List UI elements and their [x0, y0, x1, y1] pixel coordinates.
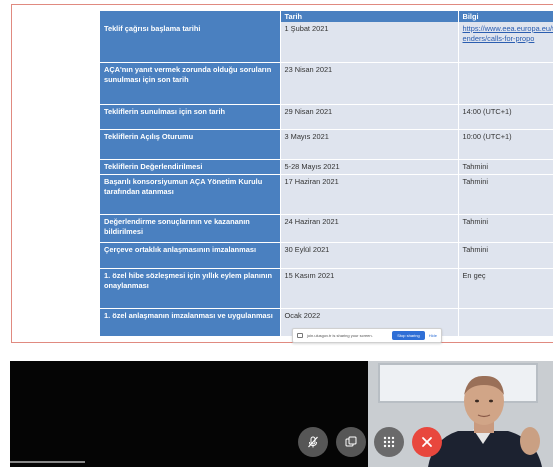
date-cell: 29 Nisan 2021	[280, 104, 459, 130]
date-cell: 15 Kasım 2021	[280, 268, 459, 309]
table-row: Çerçeve ortaklık anlaşmasının imzalanmas…	[100, 242, 553, 269]
table-header-row: Tarih Bilgi	[100, 11, 553, 22]
info-cell	[458, 308, 553, 337]
info-cell: Tahmini	[458, 159, 553, 175]
mute-button[interactable]	[298, 427, 328, 457]
tender-link[interactable]: https://www.eea.europa.eu/tenders/calls-…	[463, 24, 553, 43]
event-cell: 1. özel hibe sözleşmesi için yıllık eyle…	[100, 268, 281, 309]
table-row: Tekliflerin Açılış Oturumu 3 Mayıs 2021 …	[100, 129, 553, 160]
grid-dots-icon	[383, 436, 395, 448]
table-row: Başarılı konsorsiyumun AÇA Yönetim Kurul…	[100, 174, 553, 215]
date-cell: 30 Eylül 2021	[280, 242, 459, 269]
info-cell: Tahmini	[458, 174, 553, 215]
table-row: Teklif çağrısı başlama tarihi 1 Şubat 20…	[100, 22, 553, 63]
info-cell: Tahmini	[458, 242, 553, 269]
call-controls	[298, 427, 442, 459]
date-cell: 1 Şubat 2021	[280, 22, 459, 63]
event-cell: Tekliflerin sunulması için son tarih	[100, 104, 281, 130]
date-cell: 23 Nisan 2021	[280, 62, 459, 105]
video-strip	[0, 361, 553, 467]
table-row: Tekliflerin sunulması için son tarih 29 …	[100, 104, 553, 130]
header-info: Bilgi	[458, 11, 553, 22]
mic-off-icon	[308, 436, 318, 448]
header-date: Tarih	[280, 11, 459, 22]
hide-banner-button[interactable]: Hide	[429, 333, 437, 338]
event-cell: Değerlendirme sonuçlarının ve kazananın …	[100, 214, 281, 243]
date-cell: 24 Haziran 2021	[280, 214, 459, 243]
table-row: AÇA'nın yanıt vermek zorunda olduğu soru…	[100, 62, 553, 105]
event-cell: Tekliflerin Açılış Oturumu	[100, 129, 281, 160]
stop-sharing-button[interactable]: Stop sharing	[392, 331, 425, 340]
event-cell: Başarılı konsorsiyumun AÇA Yönetim Kurul…	[100, 174, 281, 215]
tile-indicator	[10, 461, 85, 463]
info-cell: https://www.eea.europa.eu/tenders/calls-…	[458, 22, 553, 63]
table-row: Tekliflerin Değerlendirilmesi 5-28 Mayıs…	[100, 159, 553, 175]
hangup-icon	[422, 437, 432, 447]
event-cell: Teklif çağrısı başlama tarihi	[100, 22, 281, 63]
tile-view-icon	[345, 436, 357, 447]
event-cell: AÇA'nın yanıt vermek zorunda olduğu soru…	[100, 62, 281, 105]
date-cell: 17 Haziran 2021	[280, 174, 459, 215]
info-cell: 10:00 (UTC+1)	[458, 129, 553, 160]
tile-view-button[interactable]	[336, 427, 366, 457]
screen-share-banner: join.ulusgov.tr is sharing your screen. …	[292, 328, 442, 343]
hangup-button[interactable]	[412, 427, 442, 457]
shared-screen: Tarih Bilgi Teklif çağrısı başlama tarih…	[0, 0, 553, 345]
info-cell	[458, 62, 553, 105]
more-options-button[interactable]	[374, 427, 404, 457]
header-event	[100, 11, 281, 22]
info-cell: En geç	[458, 268, 553, 309]
event-cell: 1. özel anlaşmanın imzalanması ve uygula…	[100, 308, 281, 337]
share-message: join.ulusgov.tr is sharing your screen.	[307, 333, 373, 338]
info-cell: Tahmini	[458, 214, 553, 243]
event-cell: Tekliflerin Değerlendirilmesi	[100, 159, 281, 175]
table-row: Değerlendirme sonuçlarının ve kazananın …	[100, 214, 553, 243]
screen-icon	[297, 333, 303, 338]
table-row: 1. özel hibe sözleşmesi için yıllık eyle…	[100, 268, 553, 309]
schedule-table: Tarih Bilgi Teklif çağrısı başlama tarih…	[100, 11, 553, 337]
event-cell: Çerçeve ortaklık anlaşmasının imzalanmas…	[100, 242, 281, 269]
info-cell: 14:00 (UTC+1)	[458, 104, 553, 130]
date-cell: 5-28 Mayıs 2021	[280, 159, 459, 175]
date-cell: 3 Mayıs 2021	[280, 129, 459, 160]
